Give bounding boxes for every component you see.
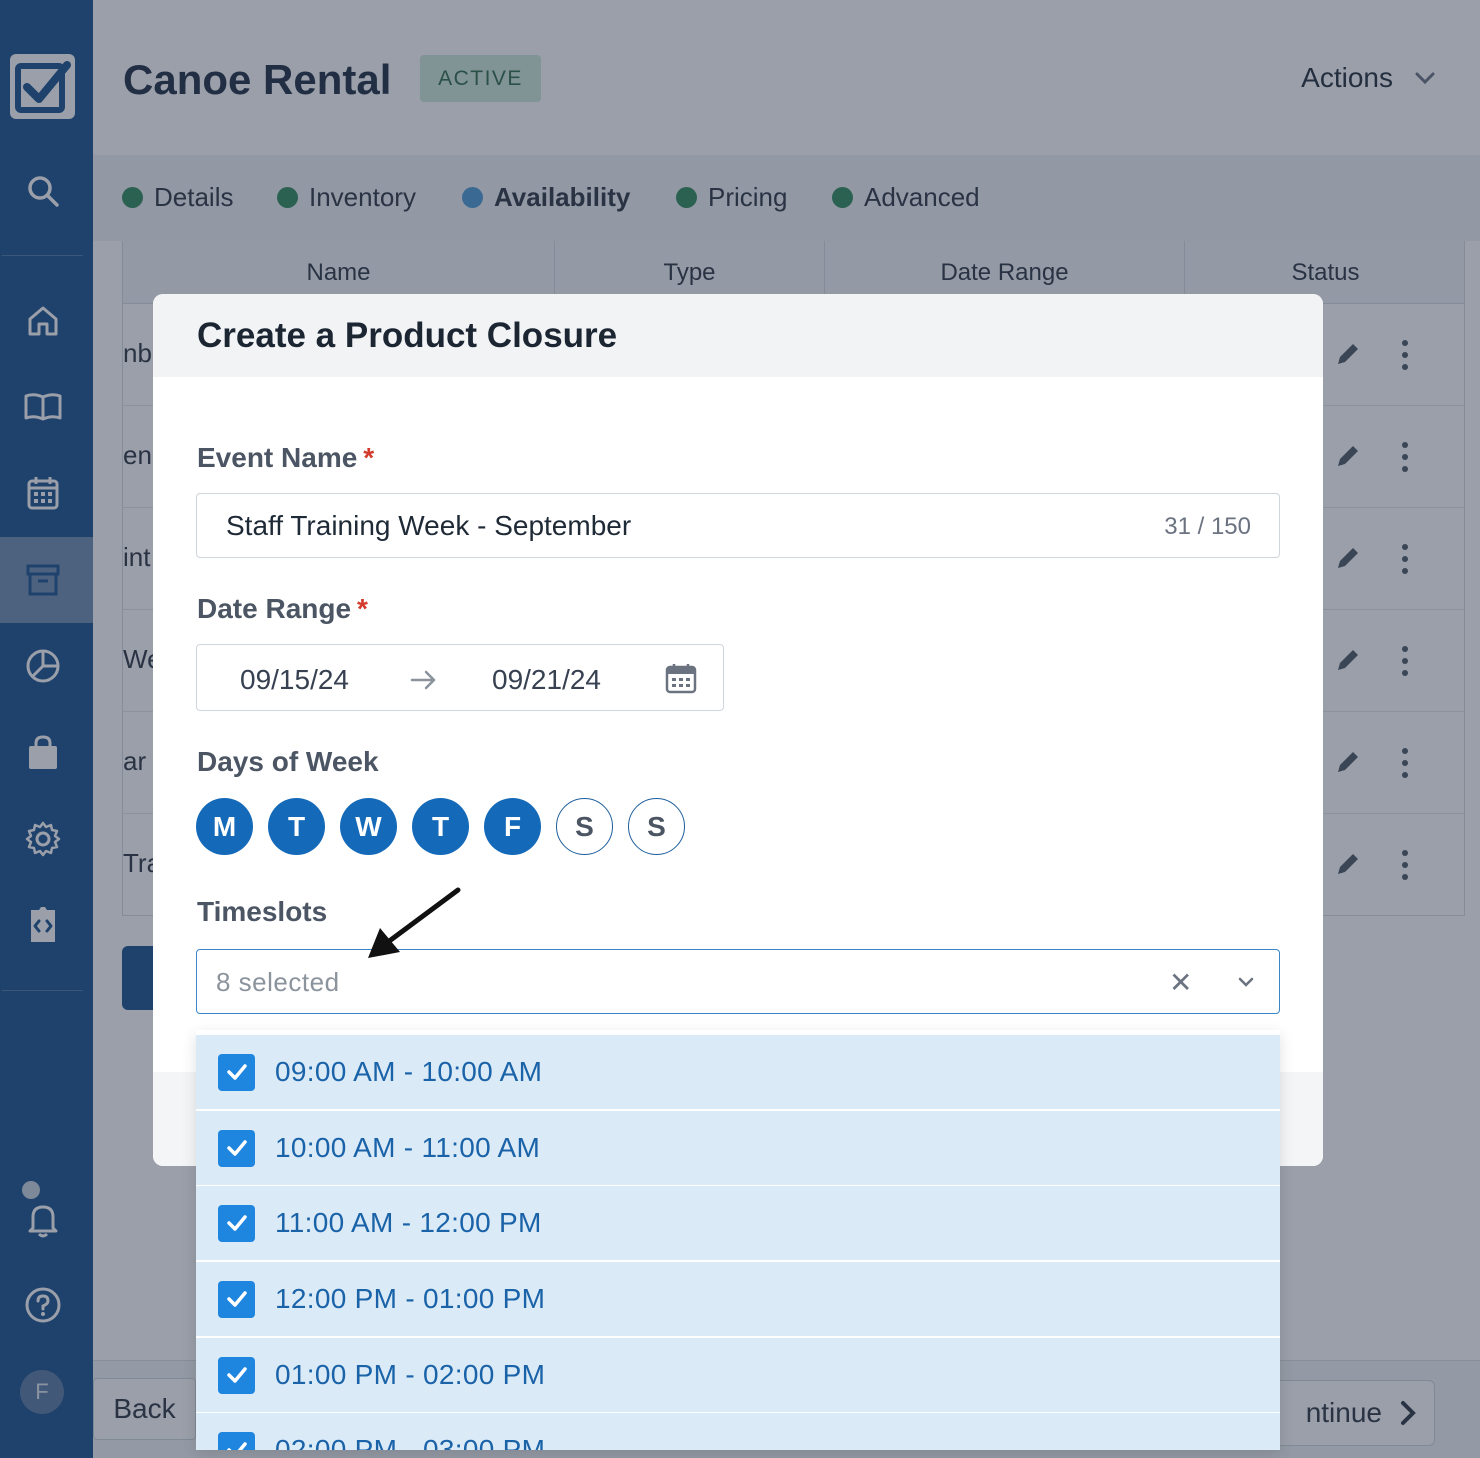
date-range-label: Date Range * <box>197 593 368 625</box>
checkbox-checked-icon[interactable] <box>218 1129 255 1167</box>
arrow-right-icon <box>410 670 436 690</box>
event-name-field[interactable]: Staff Training Week - September 31 / 150 <box>196 493 1280 558</box>
end-date-input[interactable]: 09/21/24 <box>492 664 601 696</box>
day-toggle-wednesday[interactable]: W <box>340 798 397 855</box>
start-date-input[interactable]: 09/15/24 <box>240 664 349 696</box>
date-range-label-text: Date Range <box>197 593 352 624</box>
event-name-value: Staff Training Week - September <box>226 510 632 541</box>
timeslot-label: 02:00 PM - 03:00 PM <box>275 1434 546 1450</box>
timeslot-option[interactable]: 01:00 PM - 02:00 PM <box>196 1338 1280 1413</box>
timeslot-label: 11:00 AM - 12:00 PM <box>275 1207 542 1238</box>
checkbox-checked-icon[interactable] <box>218 1431 255 1450</box>
day-toggle-sunday[interactable]: S <box>628 798 685 855</box>
day-toggle-friday[interactable]: F <box>484 798 541 855</box>
timeslot-option[interactable]: 10:00 AM - 11:00 AM <box>196 1111 1280 1186</box>
calendar-icon[interactable] <box>665 662 697 694</box>
clear-selection-icon[interactable]: ✕ <box>1169 966 1192 999</box>
required-asterisk: * <box>357 593 368 624</box>
checkbox-checked-icon[interactable] <box>218 1280 255 1318</box>
day-toggle-monday[interactable]: M <box>196 798 253 855</box>
day-toggle-saturday[interactable]: S <box>556 798 613 855</box>
timeslot-label: 09:00 AM - 10:00 AM <box>275 1056 543 1087</box>
day-toggle-thursday[interactable]: T <box>412 798 469 855</box>
required-asterisk: * <box>363 442 375 473</box>
event-name-label: Event Name * <box>197 442 374 474</box>
days-of-week-label: Days of Week <box>197 746 379 777</box>
timeslot-label: 10:00 AM - 11:00 AM <box>275 1132 541 1163</box>
modal-title: Create a Product Closure <box>197 316 618 355</box>
checkbox-checked-icon[interactable] <box>218 1356 255 1394</box>
day-toggle-tuesday[interactable]: T <box>268 798 325 855</box>
date-range-picker[interactable]: 09/15/24 09/21/24 <box>196 644 724 711</box>
modal-header: Create a Product Closure <box>153 294 1323 377</box>
timeslot-option[interactable]: 11:00 AM - 12:00 PM <box>196 1186 1280 1261</box>
timeslot-label: 12:00 PM - 01:00 PM <box>275 1283 546 1314</box>
timeslots-dropdown: 09:00 AM - 10:00 AM 10:00 AM - 11:00 AM … <box>196 1030 1280 1450</box>
character-counter: 31 / 150 <box>1164 513 1251 540</box>
event-name-label-text: Event Name <box>197 442 358 473</box>
annotation-arrow-icon <box>368 887 461 958</box>
checkbox-checked-icon[interactable] <box>218 1053 255 1091</box>
timeslot-option[interactable]: 12:00 PM - 01:00 PM <box>196 1262 1280 1337</box>
timeslot-option[interactable]: 02:00 PM - 03:00 PM <box>196 1413 1280 1450</box>
chevron-down-icon[interactable] <box>1235 971 1257 993</box>
timeslots-label: Timeslots <box>197 896 328 927</box>
checkbox-checked-icon[interactable] <box>218 1204 255 1242</box>
timeslot-label: 01:00 PM - 02:00 PM <box>275 1359 546 1390</box>
day-selector: M T W T F S S <box>196 798 685 855</box>
timeslot-option[interactable]: 09:00 AM - 10:00 AM <box>196 1035 1280 1110</box>
timeslots-summary: 8 selected <box>216 967 340 997</box>
